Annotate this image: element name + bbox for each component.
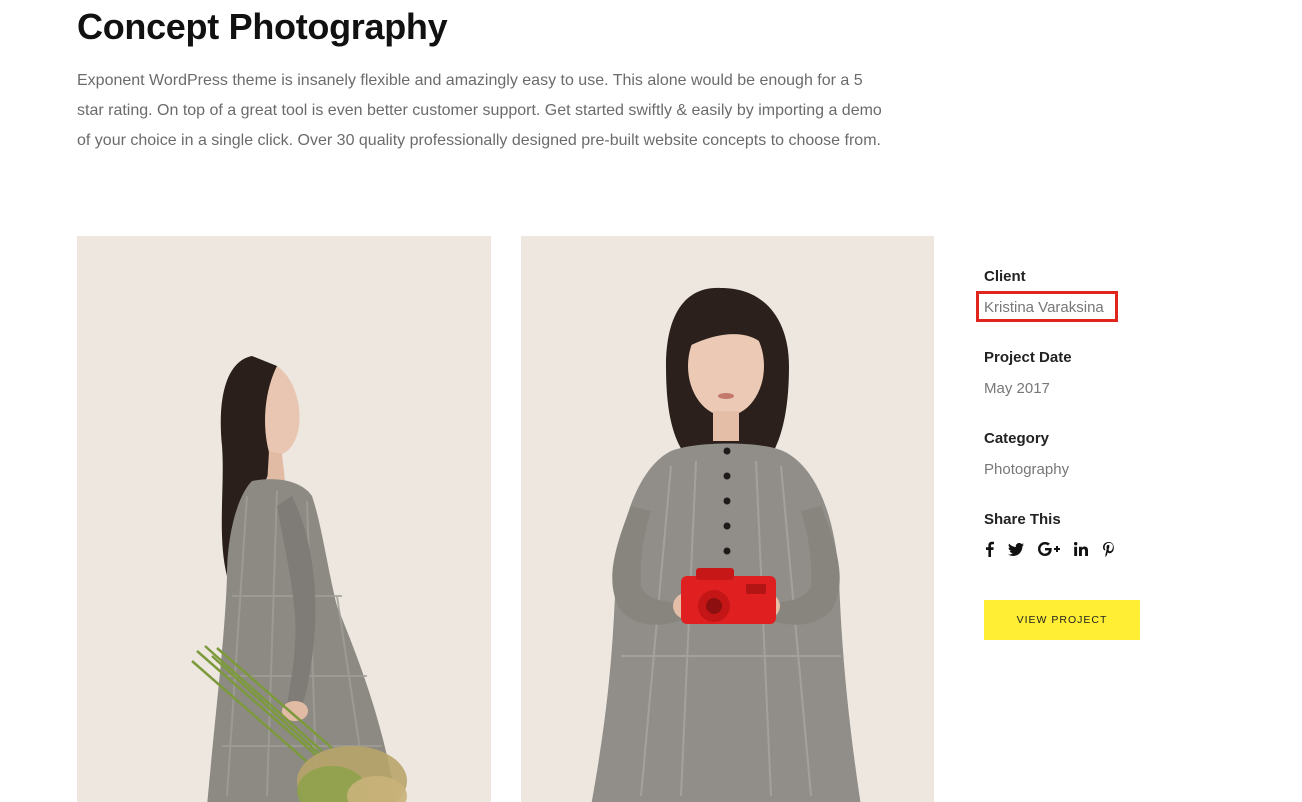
woman-with-bouquet-illustration <box>77 236 491 802</box>
page-title: Concept Photography <box>77 6 448 47</box>
share-this-label: Share This <box>984 511 1061 528</box>
project-page: Concept Photography Exponent WordPress t… <box>0 0 1302 802</box>
project-description: Exponent WordPress theme is insanely fle… <box>77 72 882 149</box>
project-date-label: Project Date <box>984 349 1072 366</box>
client-label: Client <box>984 268 1026 285</box>
woman-with-camera-illustration <box>521 236 934 802</box>
linkedin-icon[interactable] <box>1074 539 1088 559</box>
view-project-button[interactable]: VIEW PROJECT <box>984 600 1140 640</box>
project-photo-camera[interactable] <box>521 236 934 802</box>
twitter-icon[interactable] <box>1008 539 1024 559</box>
google-plus-icon[interactable] <box>1038 539 1060 559</box>
category-value: Photography <box>984 461 1070 478</box>
project-date-value: May 2017 <box>984 380 1050 397</box>
facebook-icon[interactable] <box>984 539 994 559</box>
project-photo-bouquet[interactable] <box>77 236 491 802</box>
category-label: Category <box>984 430 1050 447</box>
pinterest-icon[interactable] <box>1102 539 1114 559</box>
client-value: Kristina Varaksina <box>984 299 1104 316</box>
share-icons <box>984 539 1128 559</box>
